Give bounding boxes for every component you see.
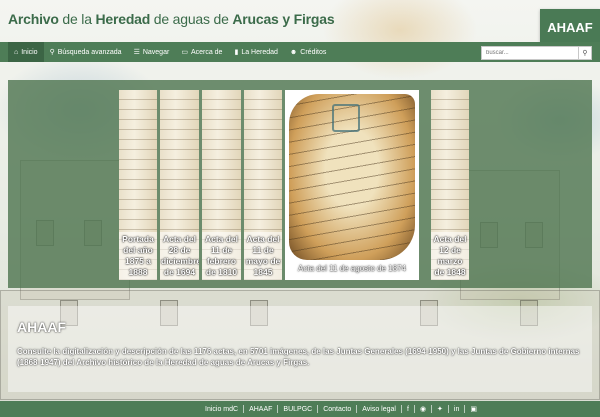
nav-item-label: Búsqueda avanzada [57, 48, 122, 56]
footer-link-ahaaf[interactable]: AHAAF [244, 406, 277, 413]
carousel-slide[interactable]: Acta del 28 de diciembre de 1694 [160, 90, 199, 280]
site-title-word: Arucas y Firgas [232, 11, 335, 27]
ahaaf-logo[interactable]: AHAAF [540, 9, 600, 46]
nav-item-label: La Heredad [241, 48, 278, 56]
footer-link-inicio-mdc[interactable]: Inicio mdC [200, 406, 243, 413]
slide-caption: Acta del 11 de agosto de 1874 [298, 264, 406, 273]
site-title-word: Heredad [95, 11, 151, 27]
slide-caption: Portada del año 1875 a 1888 [119, 232, 157, 280]
footer-link-contacto[interactable]: Contacto [318, 406, 356, 413]
nav-item-label: Inicio [21, 48, 38, 56]
nav-item-label: Navegar [142, 48, 170, 56]
twitter-icon[interactable]: ✦ [432, 405, 448, 413]
site-title-word: Archivo [8, 11, 59, 27]
info-icon: ▭ [181, 49, 188, 56]
site-title-word: de la [58, 11, 96, 27]
slide-caption: Acta del 12 de marzo de 1848 [431, 232, 469, 280]
nav-item-label: Acerca de [190, 48, 223, 56]
site-title[interactable]: Archivo de la Heredad de aguas de Arucas… [8, 11, 335, 27]
nav-item-label: Créditos [300, 48, 327, 56]
nav-item-acerca-de[interactable]: ▭ Acerca de [175, 42, 228, 62]
site-header: Archivo de la Heredad de aguas de Arucas… [0, 0, 600, 46]
nav-list: ⌂ Inicio ⚲ Búsqueda avanzada ☰ Navegar ▭ Ace… [8, 42, 332, 62]
carousel-slide[interactable]: Acta del 12 de marzo de 1848 [431, 90, 469, 280]
footer-link-bulpgc[interactable]: BULPGC [278, 406, 317, 413]
site-footer: Inicio mdC AHAAF BULPGC Contacto Aviso l… [0, 401, 600, 417]
nav-item-creditos[interactable]: ☻ Créditos [284, 42, 332, 62]
book-icon: ▮ [234, 49, 239, 56]
slide-caption: Acta del 28 de diciembre de 1694 [160, 232, 199, 280]
nav-item-la-heredad[interactable]: ▮ La Heredad [228, 42, 283, 62]
search-icon: ⚲ [582, 50, 588, 57]
nav-item-navegar[interactable]: ☰ Navegar [128, 42, 176, 62]
facebook-icon[interactable]: f [402, 406, 414, 413]
footer-link-aviso-legal[interactable]: Aviso legal [357, 406, 401, 413]
intro-text: Consulte la digitalización y descripción… [17, 347, 580, 367]
search-button[interactable]: ⚲ [579, 46, 592, 60]
footer-links: Inicio mdC AHAAF BULPGC Contacto Aviso l… [200, 401, 482, 417]
nav-item-busqueda-avanzada[interactable]: ⚲ Búsqueda avanzada [44, 42, 128, 62]
carousel-slide[interactable]: Acta del 11 de mayo de 1845 [244, 90, 282, 280]
home-icon: ⌂ [14, 48, 19, 56]
image-icon[interactable]: ▣ [465, 405, 482, 413]
search-icon: ⚲ [49, 49, 55, 56]
nav-item-inicio[interactable]: ⌂ Inicio [8, 42, 44, 62]
carousel-slide[interactable]: Acta del 11 de febrero de 1810 [202, 90, 241, 280]
slide-caption: Acta del 11 de mayo de 1845 [244, 232, 282, 280]
globe-icon[interactable]: ◉ [415, 405, 431, 413]
list-icon: ☰ [133, 49, 140, 56]
search-input[interactable] [481, 46, 579, 60]
slide-caption: Acta del 11 de febrero de 1810 [202, 232, 241, 280]
site-title-word: de aguas de [150, 11, 233, 27]
document-seal [332, 104, 360, 132]
linkedin-icon[interactable]: in [449, 406, 464, 413]
intro-title: AHAAF [17, 319, 66, 335]
users-icon: ☻ [289, 48, 298, 56]
carousel-slide[interactable]: Portada del año 1875 a 1888 [119, 90, 157, 280]
